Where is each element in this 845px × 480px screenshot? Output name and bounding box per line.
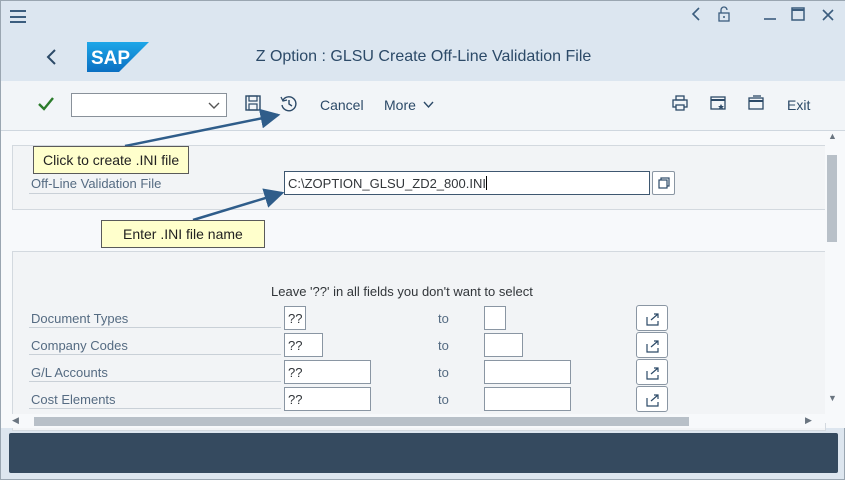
callout-create-ini: Click to create .INI file <box>33 146 190 174</box>
callout-create-ini-text: Click to create .INI file <box>43 152 180 168</box>
callout-enter-name-text: Enter .INI file name <box>123 226 243 242</box>
callout-enter-name: Enter .INI file name <box>101 220 265 248</box>
arrow-to-file-input <box>192 188 285 222</box>
arrow-to-execute <box>124 108 281 148</box>
sap-window: SAP Z Option : GLSU Create Off-Line Vali… <box>0 0 845 480</box>
